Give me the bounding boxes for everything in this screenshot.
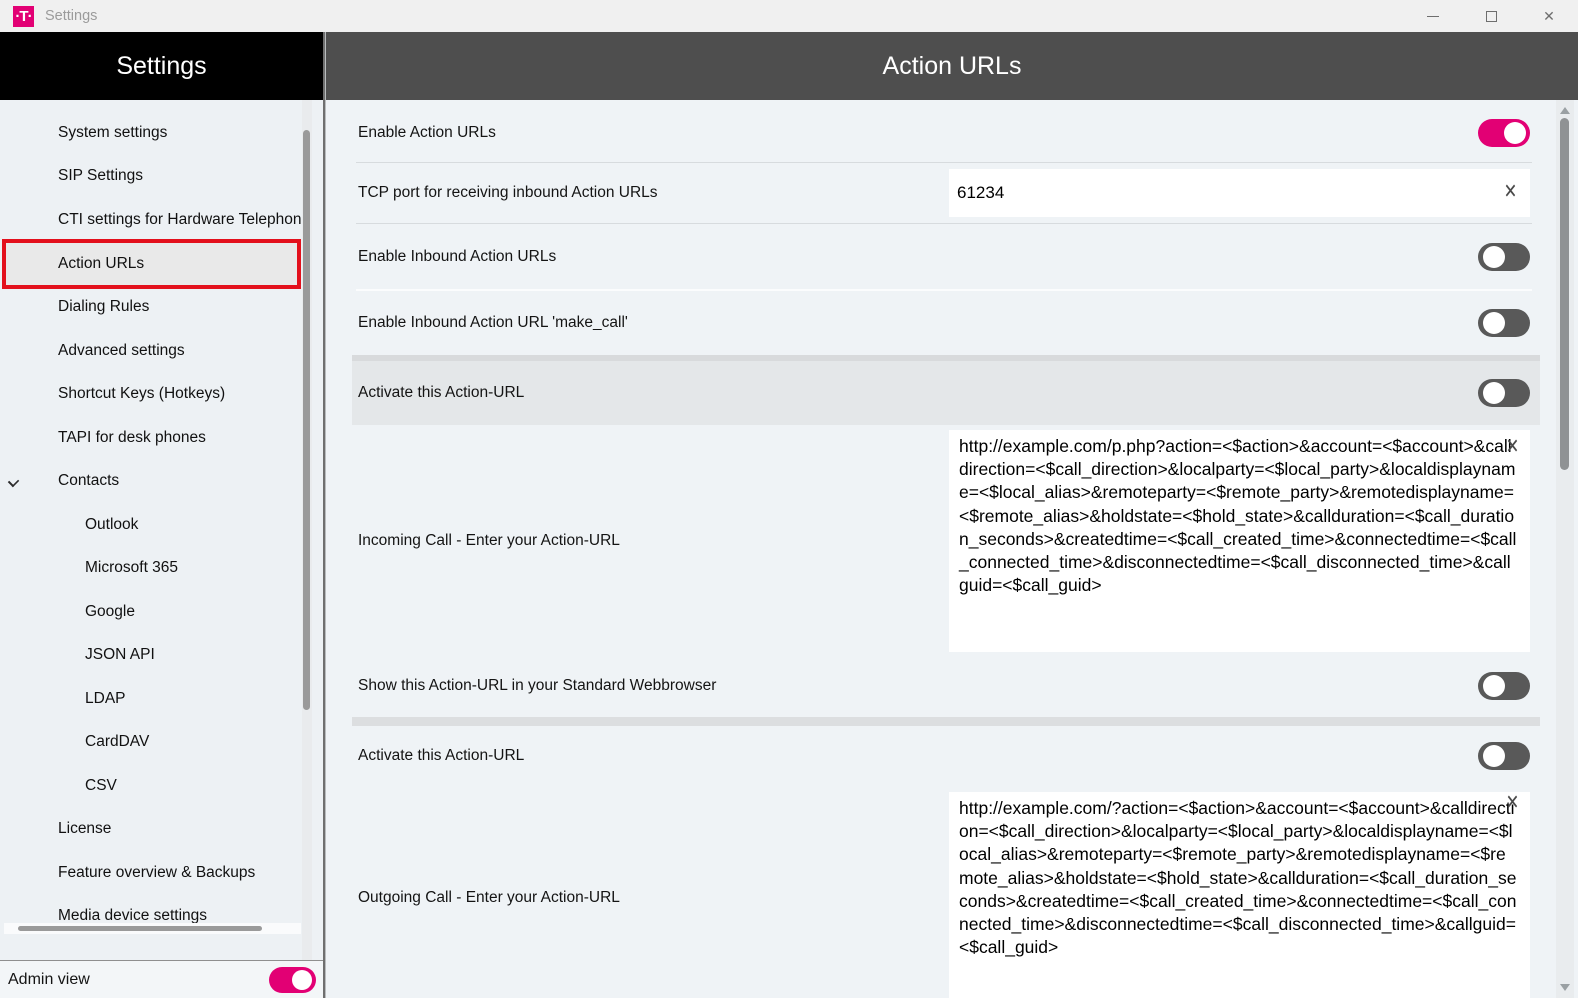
activate-incoming-label: Activate this Action-URL xyxy=(358,384,524,402)
sidebar-item-csv[interactable]: CSV xyxy=(0,764,323,808)
outgoing-url-wrap: http://example.com/?action=<$action>&acc… xyxy=(949,786,1530,998)
close-icon: ✕ xyxy=(1543,8,1555,25)
page-title: Action URLs xyxy=(326,32,1578,100)
maximize-button[interactable] xyxy=(1462,0,1520,32)
tcp-port-input[interactable] xyxy=(949,169,1530,217)
enable-inbound-label: Enable Inbound Action URLs xyxy=(358,248,556,266)
activate-outgoing-toggle[interactable] xyxy=(1478,742,1530,770)
enable-action-urls-row: Enable Action URLs xyxy=(326,103,1578,162)
clear-outgoing-url-icon[interactable]: ✕ xyxy=(1506,790,1520,814)
sidebar-item-contacts[interactable]: Contacts xyxy=(0,460,323,504)
window-body: Settings System settings SIP Settings CT… xyxy=(0,32,1578,998)
sidebar-item-outlook[interactable]: Outlook xyxy=(0,503,323,547)
activate-incoming-row: Activate this Action-URL xyxy=(352,355,1540,425)
sidebar-item-tapi[interactable]: TAPI for desk phones xyxy=(0,416,323,460)
clear-incoming-url-icon[interactable]: ✕ xyxy=(1506,434,1520,458)
sidebar-item-license[interactable]: License xyxy=(0,808,323,852)
show-in-browser-label: Show this Action-URL in your Standard We… xyxy=(358,677,716,695)
sidebar-item-json-api[interactable]: JSON API xyxy=(0,634,323,678)
activate-incoming-toggle[interactable] xyxy=(1478,379,1530,407)
outgoing-call-url-textarea[interactable]: http://example.com/?action=<$action>&acc… xyxy=(949,792,1530,998)
clear-tcp-port-icon[interactable]: ✕ xyxy=(1504,179,1518,203)
minimize-button[interactable] xyxy=(1404,0,1462,32)
enable-action-urls-label: Enable Action URLs xyxy=(358,124,496,142)
minimize-icon xyxy=(1427,16,1439,17)
sidebar-item-ldap[interactable]: LDAP xyxy=(0,677,323,721)
sidebar-item-cti-settings[interactable]: CTI settings for Hardware Telephone xyxy=(0,198,323,242)
incoming-call-url-label: Incoming Call - Enter your Action-URL xyxy=(358,532,620,550)
show-in-browser-toggle[interactable] xyxy=(1478,672,1530,700)
chevron-down-icon xyxy=(8,475,19,486)
sidebar-horizontal-scrollbar[interactable] xyxy=(4,923,301,934)
main-panel: Action URLs Enable Action URLs TCP port … xyxy=(325,32,1578,998)
titlebar: ·T· Settings ✕ xyxy=(0,0,1578,32)
scroll-down-arrow-icon[interactable] xyxy=(1560,984,1570,991)
window-controls: ✕ xyxy=(1404,0,1578,32)
toggle-knob xyxy=(1483,312,1505,334)
enable-inbound-make-call-row: Enable Inbound Action URL 'make_call' xyxy=(326,291,1578,355)
sidebar-item-google[interactable]: Google xyxy=(0,590,323,634)
toggle-knob xyxy=(292,970,312,990)
scroll-up-arrow-icon[interactable] xyxy=(1560,107,1570,114)
sidebar-item-sip-settings[interactable]: SIP Settings xyxy=(0,155,323,199)
tcp-port-input-wrap: ✕ xyxy=(949,169,1530,217)
incoming-call-url-textarea[interactable]: http://example.com/p.php?action=<$action… xyxy=(949,430,1530,652)
section-divider xyxy=(352,717,1540,726)
sidebar-item-label: Contacts xyxy=(58,472,119,490)
enable-inbound-toggle[interactable] xyxy=(1478,243,1530,271)
sidebar-nav: System settings SIP Settings CTI setting… xyxy=(0,100,323,961)
settings-window: ·T· Settings ✕ Settings System settings … xyxy=(0,0,1578,998)
tcp-port-row: TCP port for receiving inbound Action UR… xyxy=(326,163,1578,223)
admin-view-toggle[interactable] xyxy=(269,967,316,993)
sidebar: Settings System settings SIP Settings CT… xyxy=(0,32,325,998)
sidebar-item-microsoft-365[interactable]: Microsoft 365 xyxy=(0,547,323,591)
scrollbar-thumb[interactable] xyxy=(303,130,310,710)
sidebar-item-feature-overview[interactable]: Feature overview & Backups xyxy=(0,851,323,895)
sidebar-item-advanced-settings[interactable]: Advanced settings xyxy=(0,329,323,373)
toggle-knob xyxy=(1483,246,1505,268)
sidebar-item-action-urls[interactable]: Action URLs xyxy=(2,239,301,289)
main-vertical-scrollbar[interactable] xyxy=(1556,100,1574,998)
action-urls-settings: Enable Action URLs TCP port for receivin… xyxy=(326,100,1578,998)
close-button[interactable]: ✕ xyxy=(1520,0,1578,32)
outgoing-call-url-label: Outgoing Call - Enter your Action-URL xyxy=(358,889,620,907)
enable-action-urls-toggle[interactable] xyxy=(1478,119,1530,147)
sidebar-item-system-settings[interactable]: System settings xyxy=(0,111,323,155)
tcp-port-label: TCP port for receiving inbound Action UR… xyxy=(358,184,658,202)
telekom-t-logo-icon: ·T· xyxy=(13,6,34,27)
toggle-knob xyxy=(1504,122,1526,144)
scrollbar-thumb[interactable] xyxy=(1560,118,1569,470)
sidebar-vertical-scrollbar[interactable] xyxy=(302,100,312,960)
sidebar-item-shortcut-keys[interactable]: Shortcut Keys (Hotkeys) xyxy=(0,373,323,417)
activate-outgoing-row: Activate this Action-URL xyxy=(326,726,1578,786)
incoming-url-wrap: http://example.com/p.php?action=<$action… xyxy=(949,430,1530,652)
sidebar-title: Settings xyxy=(0,32,323,100)
toggle-knob xyxy=(1483,675,1505,697)
outgoing-call-url-row: Outgoing Call - Enter your Action-URL ht… xyxy=(326,786,1578,998)
enable-inbound-row: Enable Inbound Action URLs xyxy=(326,224,1578,289)
maximize-icon xyxy=(1486,11,1497,22)
admin-view-label: Admin view xyxy=(8,971,90,989)
toggle-knob xyxy=(1483,745,1505,767)
show-in-browser-row: Show this Action-URL in your Standard We… xyxy=(326,657,1578,715)
window-title: Settings xyxy=(45,8,97,24)
sidebar-item-dialing-rules[interactable]: Dialing Rules xyxy=(0,286,323,330)
toggle-knob xyxy=(1483,382,1505,404)
enable-inbound-make-call-toggle[interactable] xyxy=(1478,309,1530,337)
sidebar-item-carddav[interactable]: CardDAV xyxy=(0,721,323,765)
admin-view-row: Admin view xyxy=(0,961,323,998)
incoming-call-url-row: Incoming Call - Enter your Action-URL ht… xyxy=(326,425,1578,657)
scrollbar-thumb[interactable] xyxy=(18,926,262,931)
enable-inbound-make-call-label: Enable Inbound Action URL 'make_call' xyxy=(358,314,628,332)
activate-outgoing-label: Activate this Action-URL xyxy=(358,747,524,765)
